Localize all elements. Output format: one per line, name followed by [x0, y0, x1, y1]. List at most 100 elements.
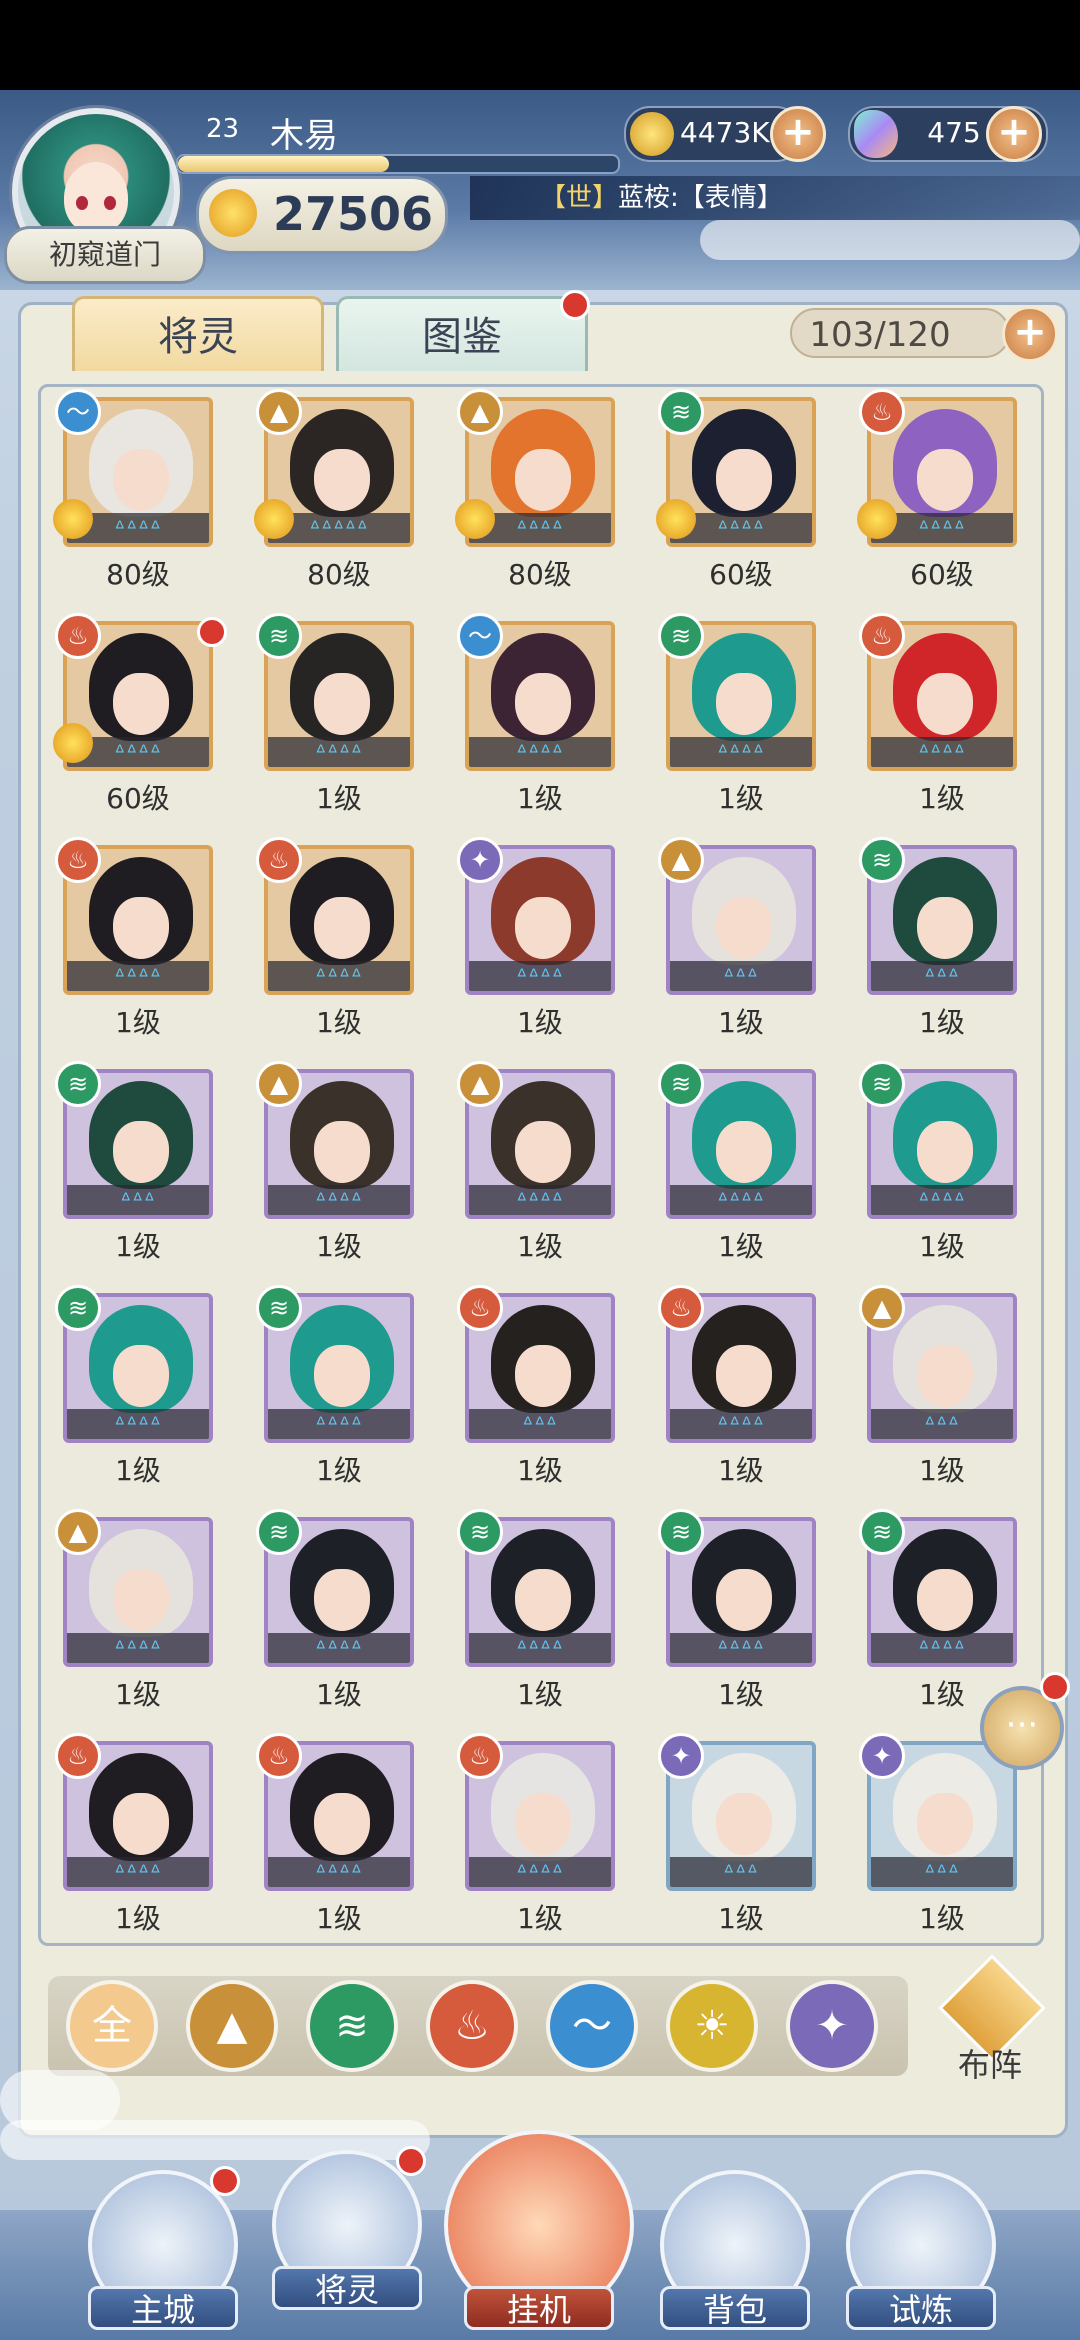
chat-message: 蓝桉:【表情】	[618, 183, 783, 213]
power-icon	[209, 189, 257, 237]
hero-face	[113, 673, 169, 735]
notification-dot	[396, 2146, 426, 2176]
wind-element-icon: ≋	[859, 1061, 905, 1107]
nav-city[interactable]: 主城	[88, 2286, 238, 2330]
earth-element-icon: ▲	[457, 389, 503, 435]
hero-level: 1级	[517, 1454, 563, 1487]
hero-face	[917, 1793, 973, 1855]
awaken-crown-icon	[53, 499, 93, 539]
tab-codex[interactable]: 图鉴	[336, 296, 588, 371]
hero-level: 1级	[718, 1006, 764, 1039]
wind-element-icon: ≋	[658, 613, 704, 659]
add-coins-button[interactable]: +	[770, 106, 826, 162]
hero-level: 1级	[919, 1230, 965, 1263]
fire-element-icon: ♨	[859, 389, 905, 435]
hero-stars: ᐞᐞᐞᐞ	[67, 1633, 209, 1663]
hero-stars: ᐞᐞᐞᐞ	[469, 961, 611, 991]
hero-level: 1级	[718, 782, 764, 815]
hero-stars: ᐞᐞᐞᐞ	[469, 1185, 611, 1215]
earth-element-icon: ▲	[256, 1061, 302, 1107]
hero-level: 80级	[307, 558, 371, 591]
hero-stars: ᐞᐞᐞ	[871, 1857, 1013, 1887]
hero-stars: ᐞᐞᐞᐞ	[670, 737, 812, 767]
fire-element-icon: ♨	[457, 1733, 503, 1779]
nav-heroes[interactable]: 将灵	[272, 2266, 422, 2310]
hero-stars: ᐞᐞᐞᐞ	[268, 1857, 410, 1887]
hero-face	[314, 1569, 370, 1631]
status-bar	[0, 0, 1080, 90]
hero-stars: ᐞᐞᐞᐞ	[268, 1633, 410, 1663]
hero-level: 1级	[919, 1006, 965, 1039]
hero-face	[113, 449, 169, 511]
filter-water-icon[interactable]: 〜	[546, 1980, 638, 2072]
hero-level: 1级	[718, 1454, 764, 1487]
hero-level: 1级	[517, 1006, 563, 1039]
dark-element-icon: ✦	[658, 1733, 704, 1779]
wind-element-icon: ≋	[55, 1061, 101, 1107]
hero-level: 1级	[517, 1902, 563, 1935]
hero-level: 1级	[316, 1454, 362, 1487]
hero-face	[716, 897, 772, 959]
hero-face	[917, 449, 973, 511]
player-name: 木易	[270, 116, 338, 156]
expand-capacity-button[interactable]: +	[1002, 306, 1058, 362]
awaken-crown-icon	[455, 499, 495, 539]
hero-level: 1级	[316, 1230, 362, 1263]
hero-face	[314, 1121, 370, 1183]
wind-element-icon: ≋	[658, 389, 704, 435]
hero-level: 60级	[910, 558, 974, 591]
fire-element-icon: ♨	[256, 837, 302, 883]
nav-trial[interactable]: 试炼	[846, 2286, 996, 2330]
hero-face	[716, 1793, 772, 1855]
wind-element-icon: ≋	[256, 1509, 302, 1555]
hero-face	[515, 1793, 571, 1855]
tab-heroes[interactable]: 将灵	[72, 296, 324, 371]
nav-idle[interactable]: 挂机	[464, 2286, 614, 2330]
earth-element-icon: ▲	[859, 1285, 905, 1331]
hero-stars: ᐞᐞᐞ	[871, 1409, 1013, 1439]
nav-bag[interactable]: 背包	[660, 2286, 810, 2330]
filter-fire-icon[interactable]: ♨	[426, 1980, 518, 2072]
wind-element-icon: ≋	[859, 837, 905, 883]
fire-element-icon: ♨	[256, 1733, 302, 1779]
hero-stars: ᐞᐞᐞᐞ	[67, 1857, 209, 1887]
hero-level: 1级	[115, 1454, 161, 1487]
filter-earth-icon[interactable]: ▲	[186, 1980, 278, 2072]
filter-light-icon[interactable]: ☀	[666, 1980, 758, 2072]
hero-face	[716, 449, 772, 511]
hero-face	[515, 673, 571, 735]
gem-icon	[854, 110, 898, 158]
filter-wind-icon[interactable]: ≋	[306, 1980, 398, 2072]
hero-level: 1级	[919, 1454, 965, 1487]
hero-grid: ᐞᐞᐞᐞ 〜 80级 ᐞᐞᐞᐞᐞ ▲ 80级 ᐞᐞᐞᐞ ▲ 80级 ᐞᐞᐞᐞ ≋ 60级 ᐞᐞᐞᐞ ♨ 60…	[38, 384, 1044, 1946]
hero-level: 1级	[316, 782, 362, 815]
hero-face	[917, 673, 973, 735]
hero-level: 1级	[517, 1678, 563, 1711]
fire-element-icon: ♨	[55, 837, 101, 883]
gem-value: 475	[927, 116, 981, 149]
world-chat-ticker[interactable]: 【世】蓝桉:【表情】	[470, 176, 1080, 220]
earth-element-icon: ▲	[457, 1061, 503, 1107]
hero-level: 80级	[508, 558, 572, 591]
wind-element-icon: ≋	[658, 1061, 704, 1107]
add-gems-button[interactable]: +	[986, 106, 1042, 162]
hero-stars: ᐞᐞᐞᐞ	[268, 1409, 410, 1439]
hero-stars: ᐞᐞᐞᐞ	[67, 961, 209, 991]
wind-element-icon: ≋	[457, 1509, 503, 1555]
hero-stars: ᐞᐞᐞᐞ	[268, 1185, 410, 1215]
avatar-eye	[76, 196, 88, 210]
filter-all[interactable]: 全	[66, 1980, 158, 2072]
filter-dark-icon[interactable]: ✦	[786, 1980, 878, 2072]
power-value: 27506	[273, 187, 434, 241]
hero-face	[716, 1121, 772, 1183]
dark-element-icon: ✦	[457, 837, 503, 883]
hero-face	[716, 673, 772, 735]
hero-level: 1级	[316, 1678, 362, 1711]
formation-button[interactable]: 布阵	[938, 1954, 1046, 2084]
avatar-face	[64, 162, 128, 234]
wind-element-icon: ≋	[859, 1509, 905, 1555]
wind-element-icon: ≋	[256, 613, 302, 659]
awaken-crown-icon	[656, 499, 696, 539]
hero-level: 1级	[919, 782, 965, 815]
hero-level: 1级	[718, 1678, 764, 1711]
